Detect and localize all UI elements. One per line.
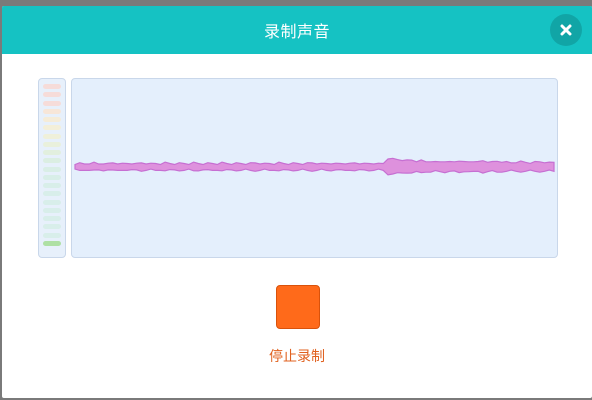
- meter-segment: [43, 232, 61, 238]
- meter-segment: [43, 158, 61, 164]
- meter-segment: [43, 117, 61, 122]
- waveform-shape: [74, 157, 555, 176]
- meter-segment: [43, 240, 61, 246]
- meter-segment: [43, 174, 61, 180]
- meter-segment: [43, 84, 61, 89]
- meter-segment: [43, 191, 61, 197]
- meter-segment: [43, 207, 61, 213]
- meter-segment: [43, 199, 61, 205]
- meter-segment: [43, 216, 61, 221]
- meter-segment: [43, 100, 61, 106]
- meter-segment: [43, 224, 61, 230]
- stop-recording-button[interactable]: [276, 285, 320, 329]
- close-button[interactable]: [550, 14, 582, 46]
- meter-segment: [43, 92, 61, 98]
- meter-segment: [43, 125, 61, 131]
- stop-recording-label[interactable]: 停止录制: [2, 346, 592, 366]
- dialog-title: 录制声音: [263, 22, 330, 41]
- meter-segment: [43, 166, 61, 172]
- meter-segment: [43, 150, 61, 155]
- meter-segment: [43, 108, 61, 114]
- volume-meter: [38, 78, 66, 258]
- dialog-header: 录制声音: [2, 6, 592, 54]
- meter-segment: [43, 141, 61, 147]
- meter-segment: [43, 133, 61, 139]
- waveform-display: [71, 78, 558, 258]
- waveform-graph: [74, 157, 555, 176]
- record-sound-dialog: 录制声音 停止录制: [2, 6, 592, 398]
- close-icon: [560, 24, 572, 36]
- meter-segment: [43, 183, 61, 188]
